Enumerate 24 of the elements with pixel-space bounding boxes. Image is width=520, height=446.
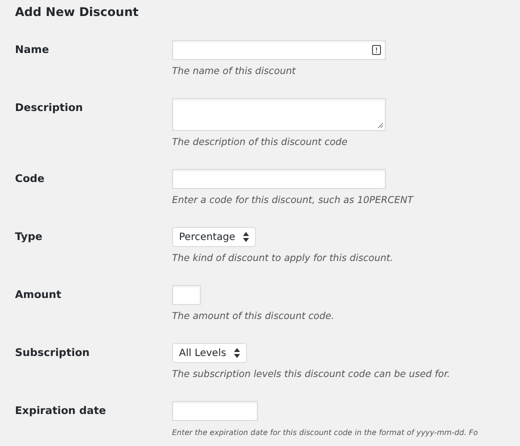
field-description: The name of this discount	[172, 65, 296, 78]
page-title: Add New Discount	[15, 4, 140, 21]
select-dropdown[interactable]: All Levels	[172, 343, 248, 363]
field-label: Description	[15, 101, 84, 116]
text-field[interactable]	[172, 40, 386, 60]
field-label: Subscription	[15, 346, 91, 361]
updown-arrows-icon	[234, 348, 240, 358]
field-label: Amount	[15, 288, 62, 303]
field-description: The subscription levels this discount code can be used for.	[172, 368, 450, 381]
field-label: Expiration date	[15, 404, 108, 419]
updown-arrows-icon	[243, 232, 250, 242]
text-field[interactable]	[172, 169, 386, 189]
field-label: Code	[15, 172, 46, 187]
field-description: The kind of discount to apply for this discount.	[172, 252, 394, 265]
field-description: The description of this discount code	[172, 136, 348, 149]
field-description: The amount of this discount code.	[172, 310, 334, 323]
field-label: Name	[15, 43, 50, 58]
text-area[interactable]	[172, 98, 386, 131]
resize-grip-icon	[378, 123, 383, 128]
text-field[interactable]	[172, 401, 258, 421]
select-dropdown[interactable]: Percentage	[172, 227, 256, 247]
field-description: Enter a code for this discount, such as 10PERCENT	[172, 194, 414, 207]
field-label: Type	[15, 230, 44, 245]
text-field[interactable]	[172, 285, 201, 305]
